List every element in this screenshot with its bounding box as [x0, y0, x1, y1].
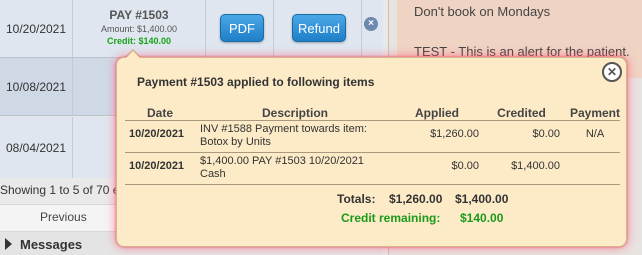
payment-title: PAY #1503	[109, 8, 169, 22]
credit-remaining-label: Credit remaining:	[341, 211, 441, 225]
popup-arrow-fill	[126, 51, 140, 58]
note-item: Don't book on Mondays	[397, 0, 642, 38]
totals-credited: $1,400.00	[455, 192, 509, 206]
row-payment: N/A	[585, 128, 605, 140]
column-header-applied: Applied	[415, 106, 459, 120]
table-row: 10/20/2021 $1,400.00 PAY #1503 10/20/202…	[125, 152, 620, 185]
table-row: 10/20/2021 INV #1588 Payment towards ite…	[125, 120, 620, 152]
row-description-line: $1,400.00 PAY #1503 10/20/2021	[200, 155, 364, 167]
row-description-line: Cash	[200, 168, 226, 180]
payment-date: 10/20/2021	[0, 0, 73, 58]
row-date: 10/20/2021	[129, 128, 185, 140]
totals-applied: $1,260.00	[389, 192, 443, 206]
credit-remaining-value: $140.00	[460, 211, 504, 225]
payment-amount: Amount: $1,400.00	[100, 24, 178, 34]
close-icon[interactable]: ✕	[602, 62, 622, 82]
totals-label: Totals:	[337, 192, 376, 206]
row-description: INV #1588 Payment towards item: Botox by…	[200, 123, 390, 149]
payment-date: 10/08/2021	[0, 58, 73, 116]
column-header-credited: Credited	[497, 106, 546, 120]
payment-date: 08/04/2021	[0, 117, 73, 178]
row-applied: $0.00	[451, 160, 479, 172]
table-row: 10/20/2021 PAY #1503 Amount: $1,400.00 C…	[0, 0, 383, 58]
popup-title: Payment #1503 applied to following items	[137, 75, 375, 89]
payment-applied-popup: Payment #1503 applied to following items…	[116, 57, 627, 247]
previous-button[interactable]: Previous	[40, 210, 87, 224]
refund-button[interactable]: Refund	[292, 14, 346, 42]
credit-remaining-row: Credit remaining: $140.00	[117, 211, 628, 227]
showing-entries-text: Showing 1 to 5 of 70 e	[0, 183, 120, 197]
table-header-row: Date Description Applied Credited Paymen…	[125, 104, 620, 120]
messages-label: Messages	[20, 237, 83, 252]
row-description-line: INV #1588 Payment towards item:	[200, 123, 367, 135]
delete-cell: ×	[361, 0, 384, 58]
expand-triangle-icon	[5, 238, 12, 250]
column-header-date: Date	[146, 106, 173, 120]
applied-items-table: Date Description Applied Credited Paymen…	[125, 104, 620, 185]
row-description: $1,400.00 PAY #1503 10/20/2021 Cash	[200, 155, 390, 181]
totals-row: Totals: $1,260.00 $1,400.00	[117, 192, 628, 208]
row-credited: $1,400.00	[511, 160, 560, 172]
column-header-payment: Payment	[569, 106, 621, 120]
pdf-button[interactable]: PDF	[220, 14, 264, 42]
row-date: 10/20/2021	[129, 160, 185, 172]
refund-cell: Refund	[273, 0, 362, 58]
row-applied: $1,260.00	[430, 128, 479, 140]
column-header-description: Description	[261, 106, 328, 120]
row-description-line: Botox by Units	[200, 136, 271, 148]
row-credited: $0.00	[532, 128, 560, 140]
pdf-cell: PDF	[205, 0, 274, 58]
delete-icon[interactable]: ×	[364, 17, 378, 31]
payment-credit: Credit: $140.00	[106, 36, 172, 46]
